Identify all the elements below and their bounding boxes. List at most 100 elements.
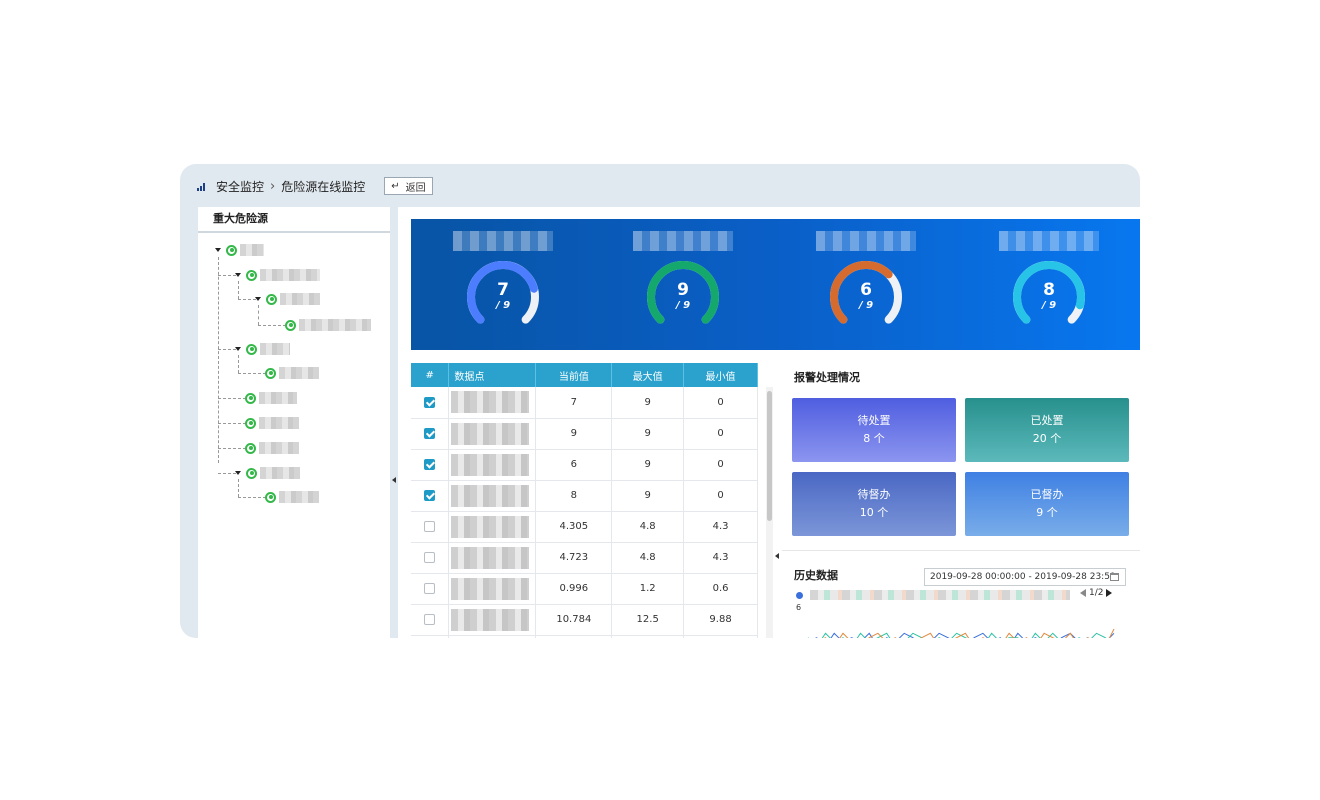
- table-scrollbar[interactable]: [766, 387, 773, 638]
- data-point-cell: [448, 449, 537, 481]
- caret-down-icon[interactable]: [215, 248, 221, 252]
- current-value-cell: 6: [535, 449, 613, 481]
- breadcrumb: 安全监控 › 危险源在线监控 ↵ 返回: [196, 176, 433, 196]
- legend-page-number: 1/2: [1089, 588, 1104, 598]
- caret-down-icon[interactable]: [235, 471, 241, 475]
- online-status-icon: [245, 442, 256, 454]
- section-divider: [782, 550, 1140, 551]
- tree-node[interactable]: [265, 366, 319, 380]
- row-checkbox[interactable]: [424, 427, 436, 439]
- data-point-cell: [448, 480, 537, 512]
- legend-items: [810, 590, 1070, 600]
- data-point-name: [451, 515, 530, 538]
- tree-node[interactable]: [245, 391, 297, 405]
- tree-node[interactable]: [235, 342, 290, 356]
- tree-node[interactable]: [215, 243, 264, 257]
- breadcrumb-item-safety[interactable]: 安全监控: [216, 178, 264, 195]
- table-row[interactable]: 10.784 12.5 9.88: [411, 604, 758, 636]
- tree-node[interactable]: [245, 416, 299, 430]
- table-row[interactable]: 0.996 1.2 0.6: [411, 573, 758, 605]
- alarm-handled-box[interactable]: 已处置 20 个: [965, 398, 1129, 462]
- table-row[interactable]: 4.305 4.8 4.3: [411, 511, 758, 543]
- next-page-icon[interactable]: [1106, 589, 1113, 597]
- calendar-icon[interactable]: [1110, 573, 1119, 581]
- current-value-cell: 7: [535, 387, 613, 419]
- min-value-cell: 9.88: [683, 604, 758, 636]
- row-checkbox[interactable]: [424, 551, 436, 563]
- data-point-name: [451, 577, 530, 600]
- tree-node[interactable]: [285, 318, 371, 332]
- scroll-thumb[interactable]: [767, 391, 772, 521]
- table-row[interactable]: [411, 635, 758, 638]
- gauge: 9 / 9: [623, 229, 743, 339]
- max-value-cell: 9: [611, 449, 685, 481]
- node-label: [260, 467, 300, 479]
- max-value-cell: 9: [611, 387, 685, 419]
- data-point-cell: [448, 604, 537, 636]
- data-point-name: [451, 484, 530, 507]
- row-checkbox-cell[interactable]: [411, 418, 450, 450]
- date-range-value: 2019-09-28 00:00:00 - 2019-09-28 23:59: [930, 572, 1116, 582]
- row-checkbox-cell[interactable]: [411, 480, 450, 512]
- gauge-value: 9: [677, 280, 689, 300]
- max-value-cell: 4.8: [611, 542, 685, 574]
- tree-node[interactable]: [265, 490, 319, 504]
- table-row[interactable]: 990: [411, 418, 758, 450]
- online-status-icon: [246, 343, 257, 355]
- date-range-input[interactable]: 2019-09-28 00:00:00 - 2019-09-28 23:59: [924, 568, 1126, 586]
- row-checkbox-cell[interactable]: [411, 573, 450, 605]
- gauge-value: 7: [497, 280, 509, 300]
- prev-page-icon[interactable]: [1080, 589, 1086, 597]
- row-checkbox[interactable]: [424, 520, 436, 532]
- row-checkbox-cell[interactable]: [411, 511, 450, 543]
- row-checkbox-cell[interactable]: [411, 542, 450, 574]
- caret-down-icon[interactable]: [235, 347, 241, 351]
- row-checkbox-cell[interactable]: [411, 449, 450, 481]
- history-line-chart: [807, 628, 1115, 638]
- caret-down-icon[interactable]: [235, 273, 241, 277]
- legend-pager: 1/2: [1080, 588, 1113, 598]
- row-checkbox[interactable]: [424, 582, 436, 594]
- hazard-tree: [198, 233, 390, 633]
- alarm-supervised-box[interactable]: 已督办 9 个: [965, 472, 1129, 536]
- collapse-tree-toggle[interactable]: [392, 477, 396, 483]
- row-checkbox[interactable]: [424, 396, 436, 408]
- table-row[interactable]: 4.723 4.8 4.3: [411, 542, 758, 574]
- data-point-table: # 数据点 当前值 最大值 最小值 7 9 0 9 9 0 6 9 0 8 9 0 4.305 4.8 4.…: [411, 363, 773, 638]
- gauge-value: 8: [1043, 280, 1055, 300]
- table-row[interactable]: 690: [411, 449, 758, 481]
- node-label: [260, 343, 290, 355]
- back-button[interactable]: ↵ 返回: [384, 177, 433, 195]
- alarm-label: 已处置: [1030, 414, 1064, 427]
- gauge-banner: 7 / 9 9 / 9 6 / 9 8 / 9: [411, 219, 1140, 350]
- node-label: [260, 269, 320, 281]
- row-checkbox-cell[interactable]: [411, 635, 450, 638]
- tree-node[interactable]: [245, 441, 299, 455]
- table-row[interactable]: 790: [411, 387, 758, 419]
- gauge: 6 / 9: [806, 229, 926, 339]
- row-checkbox[interactable]: [424, 489, 436, 501]
- gauge-title: [453, 231, 553, 251]
- tree-node[interactable]: [255, 292, 320, 306]
- tree-node[interactable]: [235, 268, 320, 282]
- collapse-table-toggle[interactable]: [775, 553, 779, 559]
- table-row[interactable]: 890: [411, 480, 758, 512]
- current-value-cell: 10.784: [535, 604, 613, 636]
- caret-down-icon[interactable]: [255, 297, 261, 301]
- breadcrumb-separator: ›: [270, 178, 276, 194]
- alarm-pending-supervision-box[interactable]: 待督办 10 个: [792, 472, 956, 536]
- min-value-cell: 4.3: [683, 542, 758, 574]
- alarm-count: 9 个: [1036, 506, 1058, 519]
- tree-node[interactable]: [235, 466, 300, 480]
- alarm-label: 待处置: [857, 414, 891, 427]
- current-value-cell: 8: [535, 480, 613, 512]
- row-checkbox-cell[interactable]: [411, 604, 450, 636]
- node-label: [280, 293, 320, 305]
- data-point-cell: [448, 542, 537, 574]
- row-checkbox[interactable]: [424, 613, 436, 625]
- app-window: 安全监控 › 危险源在线监控 ↵ 返回 重大危险源 7 / 9 9 / 9 6 …: [180, 164, 1140, 638]
- alarm-pending-box[interactable]: 待处置 8 个: [792, 398, 956, 462]
- row-checkbox[interactable]: [424, 458, 436, 470]
- data-point-name: [451, 546, 530, 569]
- row-checkbox-cell[interactable]: [411, 387, 450, 419]
